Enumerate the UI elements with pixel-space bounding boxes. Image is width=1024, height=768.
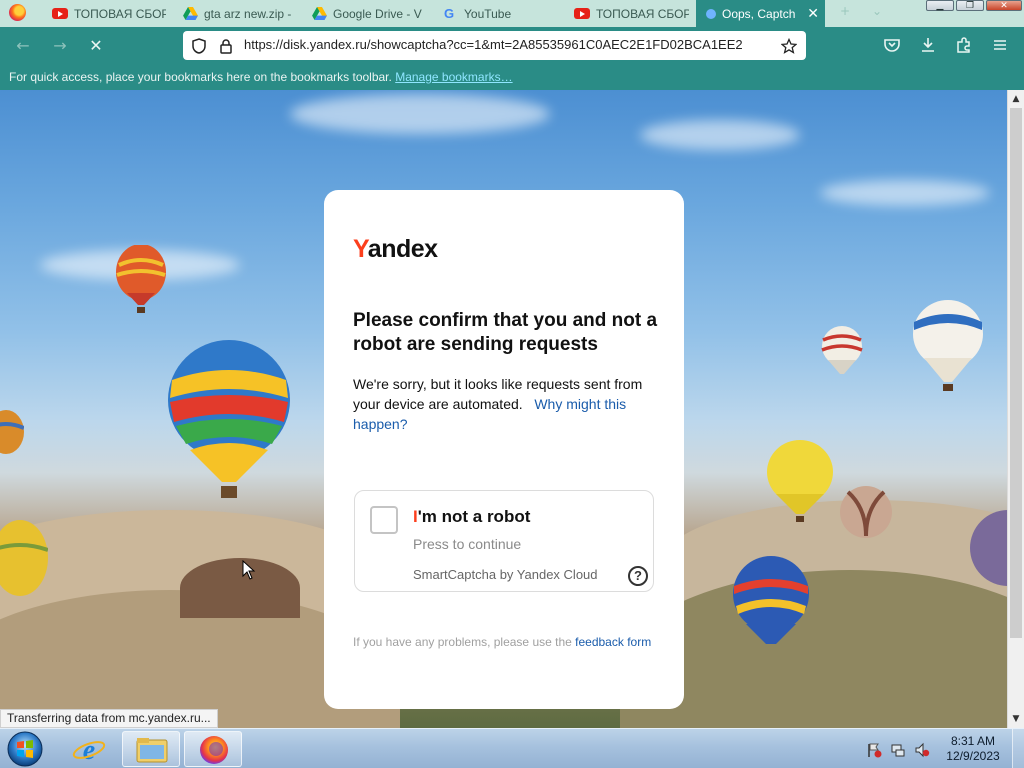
status-bar: Transferring data from mc.yandex.ru... bbox=[0, 709, 218, 728]
scroll-up-arrow-icon[interactable]: ▲ bbox=[1008, 91, 1024, 107]
feedback-note-text: If you have any problems, please use the bbox=[353, 635, 572, 649]
scroll-down-arrow-icon[interactable]: ▼ bbox=[1008, 711, 1024, 727]
google-drive-icon bbox=[312, 7, 327, 20]
start-button[interactable] bbox=[4, 730, 46, 768]
system-clock[interactable]: 8:31 AM 12/9/2023 bbox=[940, 734, 1006, 764]
tab-4[interactable]: G YouTube bbox=[434, 0, 562, 27]
hot-air-balloon bbox=[116, 245, 166, 313]
tab-title: Google Drive - V bbox=[333, 6, 422, 21]
hot-air-balloon bbox=[168, 340, 290, 498]
url-bar[interactable]: https://disk.yandex.ru/showcaptcha?cc=1&… bbox=[183, 31, 806, 60]
captcha-explanation: We're sorry, but it looks like requests … bbox=[353, 374, 659, 434]
google-drive-icon bbox=[183, 7, 198, 20]
taskbar-windows-explorer[interactable] bbox=[122, 731, 180, 767]
firefox-icon bbox=[200, 736, 228, 764]
restore-button[interactable]: ❐ bbox=[956, 0, 984, 11]
hot-air-balloon bbox=[821, 326, 863, 374]
tab-6-active[interactable]: Oops, Captch ✕ bbox=[696, 0, 825, 27]
tab-title: Oops, Captch bbox=[722, 6, 796, 21]
close-tab-icon[interactable]: ✕ bbox=[807, 5, 819, 22]
page-background: Yandex Please confirm that you and not a… bbox=[0, 90, 1007, 728]
google-icon: G bbox=[444, 5, 455, 21]
list-tabs-icon[interactable]: ⌄ bbox=[872, 4, 882, 18]
lock-icon[interactable] bbox=[218, 38, 234, 54]
cloud bbox=[640, 120, 800, 150]
rock-formation bbox=[180, 558, 300, 618]
not-robot-label[interactable]: I'm not a robot bbox=[413, 507, 530, 527]
yandex-logo-initial: Y bbox=[353, 235, 368, 263]
feedback-form-link[interactable]: feedback form bbox=[575, 635, 651, 649]
tab-strip: ТОПОВАЯ СБОР gta arz new.zip - Google Dr… bbox=[0, 0, 1024, 27]
vertical-scrollbar[interactable]: ▲ ▼ bbox=[1007, 90, 1024, 728]
smartcaptcha-widget: I'm not a robot Press to continue SmartC… bbox=[354, 490, 654, 592]
windows-taskbar: e 8:31 AM 12/9/2023 bbox=[0, 728, 1024, 768]
back-button[interactable]: ← bbox=[10, 34, 36, 58]
captcha-card: Yandex Please confirm that you and not a… bbox=[324, 190, 684, 709]
volume-muted-icon[interactable] bbox=[914, 742, 930, 758]
pocket-icon[interactable] bbox=[882, 35, 902, 55]
cloud bbox=[290, 94, 550, 134]
firefox-menu-icon[interactable] bbox=[9, 4, 26, 21]
press-to-continue-text: Press to continue bbox=[413, 536, 522, 552]
hot-air-balloon bbox=[0, 520, 48, 596]
page-title: Please confirm that you and not a robot … bbox=[353, 310, 658, 355]
stop-loading-button[interactable]: ✕ bbox=[83, 34, 109, 58]
tab-title: gta arz new.zip - bbox=[204, 6, 292, 21]
taskbar-internet-explorer[interactable]: e bbox=[60, 731, 118, 767]
tab-3[interactable]: Google Drive - V bbox=[302, 0, 427, 27]
yandex-logo: Yandex bbox=[353, 235, 438, 264]
show-desktop-button[interactable] bbox=[1012, 729, 1024, 768]
url-text[interactable]: https://disk.yandex.ru/showcaptcha?cc=1&… bbox=[244, 37, 774, 52]
forward-button[interactable]: → bbox=[47, 34, 73, 58]
youtube-icon bbox=[574, 8, 590, 19]
navigation-toolbar: ← → ✕ https://disk.yandex.ru/showcaptcha… bbox=[0, 27, 1024, 65]
folder-icon bbox=[136, 738, 168, 763]
youtube-icon bbox=[52, 8, 68, 19]
hot-air-balloon bbox=[840, 486, 892, 538]
menu-hamburger-icon[interactable] bbox=[990, 35, 1010, 55]
yandex-icon bbox=[706, 8, 716, 19]
manage-bookmarks-link[interactable]: Manage bookmarks… bbox=[395, 70, 512, 84]
hot-air-balloon bbox=[767, 440, 833, 522]
captcha-provider-text: SmartCaptcha by Yandex Cloud bbox=[413, 567, 598, 582]
tab-title: ТОПОВАЯ СБОР bbox=[74, 6, 166, 21]
tab-title: YouTube bbox=[464, 6, 512, 21]
bookmark-star-icon[interactable] bbox=[781, 38, 797, 54]
taskbar-firefox[interactable] bbox=[184, 731, 242, 767]
bookmarks-hint-text: For quick access, place your bookmarks h… bbox=[9, 70, 392, 84]
feedback-note: If you have any problems, please use the… bbox=[353, 633, 653, 651]
not-robot-checkbox[interactable] bbox=[370, 506, 398, 534]
tab-2[interactable]: gta arz new.zip - bbox=[173, 0, 293, 27]
clock-time: 8:31 AM bbox=[950, 734, 996, 748]
downloads-icon[interactable] bbox=[918, 35, 938, 55]
internet-explorer-icon: e bbox=[72, 735, 106, 766]
network-icon[interactable] bbox=[890, 742, 906, 758]
hot-air-balloon bbox=[0, 410, 24, 454]
svg-text:e: e bbox=[83, 735, 95, 766]
close-window-button[interactable]: ✕ bbox=[986, 0, 1022, 11]
cloud bbox=[820, 180, 990, 206]
clock-date: 12/9/2023 bbox=[946, 749, 1000, 763]
mouse-cursor-icon bbox=[242, 560, 256, 580]
scroll-thumb[interactable] bbox=[1010, 108, 1022, 638]
hot-air-balloon bbox=[970, 510, 1007, 586]
new-tab-icon[interactable]: + bbox=[840, 4, 850, 18]
not-robot-label-rest: 'm not a robot bbox=[417, 507, 531, 526]
action-center-flag-icon[interactable] bbox=[866, 742, 882, 758]
tab-5[interactable]: ТОПОВАЯ СБОР bbox=[564, 0, 689, 27]
minimize-button[interactable]: ▁ bbox=[926, 0, 954, 11]
help-icon[interactable]: ? bbox=[628, 566, 648, 586]
shield-icon[interactable] bbox=[191, 38, 207, 54]
bookmarks-toolbar: For quick access, place your bookmarks h… bbox=[0, 65, 1024, 90]
yandex-logo-rest: andex bbox=[367, 235, 438, 263]
tab-1[interactable]: ТОПОВАЯ СБОР bbox=[42, 0, 166, 27]
extensions-icon[interactable] bbox=[954, 35, 974, 55]
tab-title: ТОПОВАЯ СБОР bbox=[596, 6, 689, 21]
hot-air-balloon bbox=[913, 300, 983, 391]
hot-air-balloon bbox=[733, 556, 809, 644]
